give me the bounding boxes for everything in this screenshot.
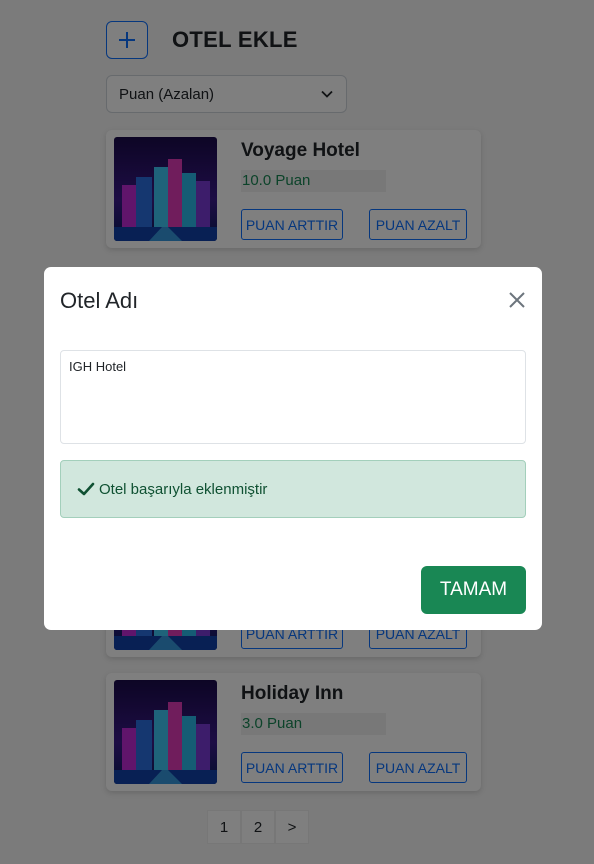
- success-alert: Otel başarıyla eklenmiştir: [60, 460, 526, 518]
- ok-button[interactable]: TAMAM: [421, 566, 526, 614]
- add-hotel-modal: Otel Adı IGH Hotel Otel başarıyla eklenm…: [44, 267, 542, 630]
- checkmark-icon: [77, 482, 95, 496]
- hotel-name-input[interactable]: IGH Hotel: [60, 350, 526, 444]
- alert-text: Otel başarıyla eklenmiştir: [99, 480, 268, 498]
- modal-title: Otel Adı: [60, 288, 139, 313]
- close-button[interactable]: [506, 289, 528, 311]
- close-icon: [509, 292, 525, 308]
